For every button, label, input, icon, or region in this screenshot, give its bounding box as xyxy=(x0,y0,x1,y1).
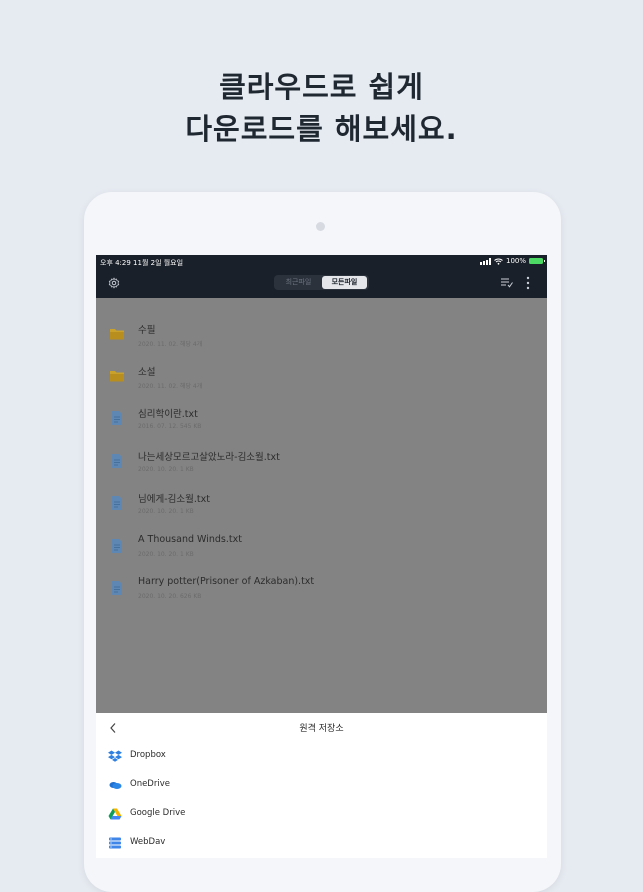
sheet-title: 원격 저장소 xyxy=(299,724,344,734)
webdav-icon xyxy=(109,837,121,849)
file-meta: 2020. 10. 20. 1 KB xyxy=(138,508,194,515)
list-item[interactable]: 수필 2020. 11. 02. 해당 4개 xyxy=(96,316,547,356)
file-meta: 2020. 11. 02. 해당 4개 xyxy=(138,341,203,348)
service-label: Dropbox xyxy=(130,750,166,760)
remote-storage-sheet: 원격 저장소 Dropbox OneDrive Google Drive Web… xyxy=(96,713,547,858)
sort-icon[interactable] xyxy=(501,278,513,288)
list-item[interactable]: 심리학이란.txt 2016. 07. 12. 545 KB xyxy=(96,400,547,440)
app-screen: 오후 4:29 11월 2일 월요일 100% 최근파일 모든파일 수필 202… xyxy=(96,255,547,858)
file-name: 소설 xyxy=(138,367,156,378)
segmented-control: 최근파일 모든파일 xyxy=(274,275,369,290)
text-file-icon xyxy=(112,581,122,595)
service-label: Google Drive xyxy=(130,808,186,818)
file-meta: 2020. 11. 02. 해당 4개 xyxy=(138,383,203,390)
file-meta: 2020. 10. 20. 626 KB xyxy=(138,593,202,600)
service-item-google-drive[interactable]: Google Drive xyxy=(96,801,547,830)
text-file-icon xyxy=(112,496,122,510)
list-item[interactable]: 님에게-김소월.txt 2020. 10. 20. 1 KB xyxy=(96,485,547,525)
tab-all-files[interactable]: 모든파일 xyxy=(322,276,367,289)
service-label: OneDrive xyxy=(130,779,170,789)
list-item[interactable]: A Thousand Winds.txt 2020. 10. 20. 1 KB xyxy=(96,528,547,568)
file-meta: 2016. 07. 12. 545 KB xyxy=(138,423,202,430)
file-name: Harry potter(Prisoner of Azkaban).txt xyxy=(138,576,315,587)
list-item[interactable]: 나는세상모르고살았노라-김소월.txt 2020. 10. 20. 1 KB xyxy=(96,443,547,483)
text-file-icon xyxy=(112,454,122,468)
file-meta: 2020. 10. 20. 1 KB xyxy=(138,466,194,473)
file-name: 나는세상모르고살았노라-김소월.txt xyxy=(138,452,280,463)
camera-dot xyxy=(316,222,325,231)
service-label: WebDav xyxy=(130,837,166,847)
top-bar: 오후 4:29 11월 2일 월요일 100% 최근파일 모든파일 xyxy=(96,255,547,298)
list-item[interactable]: Harry potter(Prisoner of Azkaban).txt 20… xyxy=(96,570,547,610)
onedrive-icon xyxy=(109,782,122,789)
file-meta: 2020. 10. 20. 1 KB xyxy=(138,551,194,558)
wifi-icon xyxy=(494,258,503,265)
status-time: 오후 4:29 11월 2일 월요일 xyxy=(100,259,184,267)
folder-icon xyxy=(110,371,124,382)
service-item-dropbox[interactable]: Dropbox xyxy=(96,743,547,772)
battery-percent: 100% xyxy=(505,257,526,265)
text-file-icon xyxy=(112,539,122,553)
google-drive-icon xyxy=(108,808,122,820)
gear-icon[interactable] xyxy=(108,277,120,289)
file-name: 수필 xyxy=(138,325,156,336)
dropbox-icon xyxy=(108,750,122,762)
headline-line-2: 다운로드를 해보세요. xyxy=(185,112,458,146)
file-name: 님에게-김소월.txt xyxy=(138,494,210,505)
headline-line-1: 클라우드로 쉽게 xyxy=(219,70,424,104)
file-name: A Thousand Winds.txt xyxy=(138,534,242,545)
signal-icon xyxy=(479,257,491,265)
more-vertical-icon[interactable] xyxy=(526,276,530,290)
service-item-onedrive[interactable]: OneDrive xyxy=(96,772,547,801)
service-item-webdav[interactable]: WebDav xyxy=(96,830,547,858)
headline: 클라우드로 쉽게 다운로드를 해보세요. xyxy=(0,66,643,150)
text-file-icon xyxy=(112,411,122,425)
file-name: 심리학이란.txt xyxy=(138,409,198,420)
list-item[interactable]: 소설 2020. 11. 02. 해당 4개 xyxy=(96,358,547,398)
tab-recent-files[interactable]: 최근파일 xyxy=(276,276,321,289)
battery-icon xyxy=(529,258,545,264)
status-indicators: 100% xyxy=(479,257,545,265)
folder-icon xyxy=(110,329,124,340)
